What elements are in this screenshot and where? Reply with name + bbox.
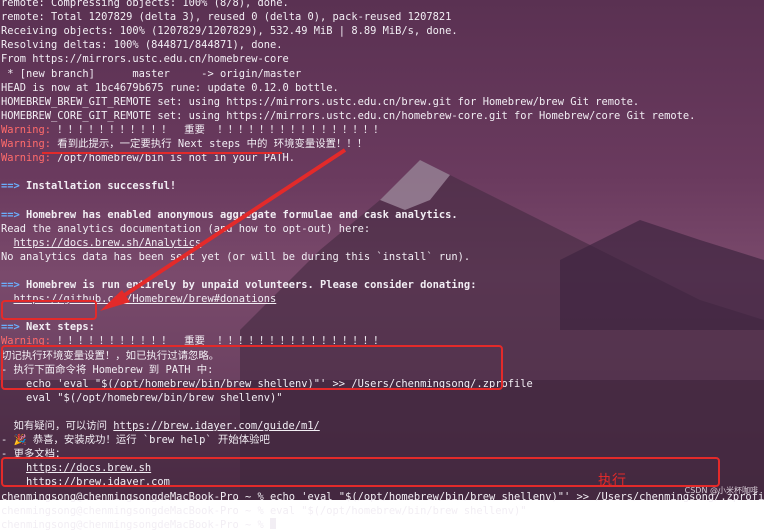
execute-annotation: 执行 — [598, 473, 626, 489]
terminal-text: chenmingsong@chenmingsongdeMacBook-Pro ~… — [1, 518, 270, 531]
terminal-line: chenmingsong@chenmingsongdeMacBook-Pro ~… — [1, 517, 276, 532]
pointer-arrow — [100, 148, 347, 311]
watermark: CSDN @小米杯咖啡 — [684, 486, 758, 495]
terminal-text: chenmingsong@chenmingsongdeMacBook-Pro ~… — [1, 504, 527, 517]
terminal-cursor — [270, 517, 276, 529]
terminal-line: chenmingsong@chenmingsongdeMacBook-Pro ~… — [1, 504, 526, 518]
